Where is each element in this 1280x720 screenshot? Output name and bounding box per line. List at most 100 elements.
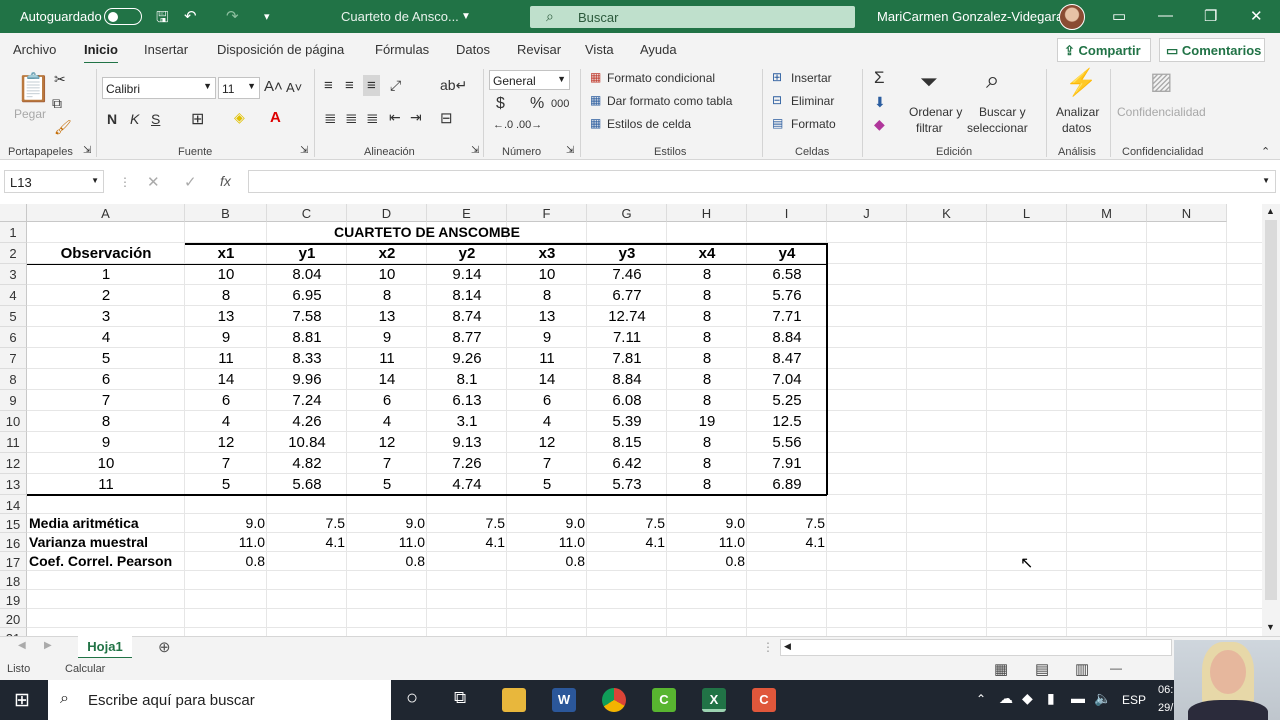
column-header[interactable]: A [27,204,185,222]
cell[interactable]: 9.13 [427,432,507,453]
cell[interactable]: 5 [507,474,587,495]
scroll-left-icon[interactable]: ◀ [784,641,791,652]
cell[interactable]: 10 [507,264,587,285]
cell[interactable]: 19 [667,411,747,432]
cell[interactable]: 8.47 [747,348,827,369]
cell[interactable]: 8 [667,306,747,327]
cell[interactable]: 8.33 [267,348,347,369]
row-header[interactable]: 14 [0,495,27,514]
cell[interactable]: 12.74 [587,306,667,327]
decrease-decimal-icon[interactable]: .00→ [516,119,542,131]
cell[interactable]: 7.46 [587,264,667,285]
page-layout-icon[interactable]: ▤ [1035,660,1049,678]
cell[interactable]: 5.76 [747,285,827,306]
stat-label[interactable]: Varianza muestral [27,533,185,552]
row-header[interactable]: 3 [0,264,27,285]
expand-formula-icon[interactable]: ▼ [1262,176,1270,185]
cut-icon[interactable]: ✂ [54,71,66,88]
cell[interactable]: 8.04 [267,264,347,285]
cell[interactable]: 3.1 [427,411,507,432]
row-header[interactable]: 11 [0,432,27,453]
zoom-out-icon[interactable]: — [1110,661,1122,675]
cell[interactable]: 8 [185,285,267,306]
tray-chevron-icon[interactable]: ⌃ [976,692,986,706]
cell[interactable]: 12 [185,432,267,453]
cell[interactable]: 5.39 [587,411,667,432]
cell[interactable]: 5.56 [747,432,827,453]
task-view-icon[interactable]: ⧉ [454,688,466,708]
cell[interactable]: 2 [27,285,185,306]
cell[interactable]: 8 [667,453,747,474]
cell[interactable]: 8 [667,264,747,285]
cell[interactable]: 8 [667,474,747,495]
insert-function-button[interactable]: fx [220,173,231,189]
cell[interactable]: 12 [347,432,427,453]
column-header[interactable]: E [427,204,507,222]
cell[interactable]: 8 [347,285,427,306]
cell[interactable]: 11.0 [667,533,747,552]
sort-filter-label-2[interactable]: filtrar [916,121,943,135]
column-header[interactable]: F [507,204,587,222]
cell[interactable]: 7 [347,453,427,474]
table-header-cell[interactable]: x2 [347,243,427,264]
title-chevron-down-icon[interactable]: ▼ [461,11,471,22]
cell[interactable]: 9.0 [347,514,427,533]
cell[interactable]: 4.1 [587,533,667,552]
copy-icon[interactable]: ⧉ [52,95,62,112]
cell[interactable]: 13 [347,306,427,327]
scroll-up-icon[interactable]: ▲ [1266,206,1275,216]
cell[interactable]: 7.26 [427,453,507,474]
find-select-label-1[interactable]: Buscar y [979,105,1026,119]
worksheet-grid[interactable]: A B C D E F G H I J K L M N 1 2 3 4 5 6 7 8 9 10 11 12 13 14 15 16 17 1… [0,204,1262,636]
column-header[interactable]: D [347,204,427,222]
cell-styles-button[interactable]: Estilos de celda [607,117,691,131]
grow-font-icon[interactable]: A˄ [264,78,283,95]
cell[interactable]: 4.1 [427,533,507,552]
file-explorer-icon[interactable] [502,688,526,712]
clock-date[interactable]: 29/ [1158,702,1173,714]
column-header[interactable]: I [747,204,827,222]
cell[interactable]: 8.77 [427,327,507,348]
number-format-select[interactable]: General ▼ [489,70,570,90]
number-launcher-icon[interactable]: ⇲ [566,145,574,156]
cell[interactable]: 14 [347,369,427,390]
ribbon-display-icon[interactable]: ▭ [1112,7,1126,25]
cell[interactable]: 6.08 [587,390,667,411]
font-color-icon[interactable]: A [270,109,281,126]
cell[interactable]: 7.58 [267,306,347,327]
wrap-text-icon[interactable]: ab↵ [440,77,467,94]
merge-center-icon[interactable]: ⊟ [440,109,453,127]
cell[interactable]: 8 [667,390,747,411]
paste-icon[interactable]: 📋 [16,71,51,104]
restore-icon[interactable]: ❐ [1204,7,1217,25]
italic-button[interactable]: K [130,111,139,127]
cell[interactable]: 12.5 [747,411,827,432]
cell[interactable]: 11 [185,348,267,369]
underline-button[interactable]: S [151,111,160,127]
cell[interactable]: 6.89 [747,474,827,495]
row-header[interactable]: 12 [0,453,27,474]
row-header[interactable]: 8 [0,369,27,390]
cell[interactable]: 8.81 [267,327,347,348]
clock-time[interactable]: 06: [1158,684,1173,696]
cell[interactable]: 10 [27,453,185,474]
scroll-thumb[interactable] [1265,220,1277,600]
align-middle-icon[interactable]: ≡ [345,77,354,94]
status-calculate[interactable]: Calcular [65,663,105,675]
normal-view-icon[interactable]: ▦ [994,660,1008,678]
row-header[interactable]: 4 [0,285,27,306]
cell[interactable]: 9 [185,327,267,348]
dropbox-icon[interactable]: ◆ [1022,690,1033,707]
table-header-cell[interactable]: x3 [507,243,587,264]
cell[interactable]: 4 [185,411,267,432]
chrome-icon[interactable] [602,688,626,712]
cell[interactable]: 8 [667,432,747,453]
cell[interactable]: 4 [347,411,427,432]
format-painter-icon[interactable]: 🖌 [54,119,72,136]
cell[interactable]: 6 [185,390,267,411]
cell[interactable]: 5.25 [747,390,827,411]
cell[interactable]: 4.1 [267,533,347,552]
prev-sheet-icon[interactable]: ◀ [18,640,26,651]
conditional-format-button[interactable]: Formato condicional [607,71,715,85]
cell[interactable]: 11 [27,474,185,495]
